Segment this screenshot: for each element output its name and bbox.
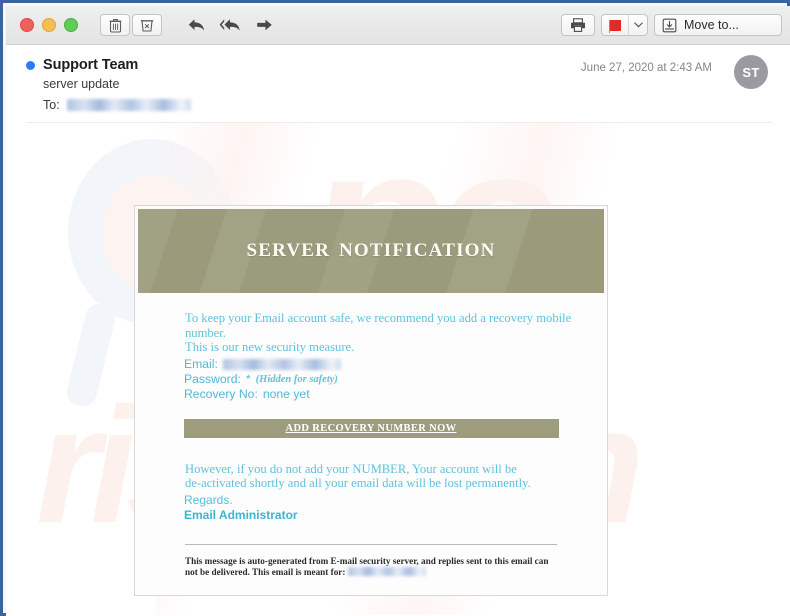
print-button[interactable] (561, 14, 595, 36)
add-recovery-number-button[interactable]: ADD RECOVERY NUMBER NOW (183, 418, 559, 438)
password-value: * (245, 371, 251, 386)
junk-button[interactable] (132, 14, 162, 36)
footer-recipient-redacted (347, 567, 426, 576)
recovery-value: none yet (262, 386, 310, 401)
delete-button[interactable] (100, 14, 130, 36)
recovery-number-row: Recovery No: none yet (184, 387, 607, 402)
watermark-magnifier-handle (63, 300, 119, 410)
reply-all-arrows-icon (219, 19, 240, 31)
message-subject: server update (43, 77, 120, 91)
phishing-footer-divider (185, 543, 557, 545)
move-to-folder-icon (662, 18, 677, 32)
window-toolbar: Move to... (6, 6, 790, 45)
recipient-row: To: (43, 98, 772, 112)
flag-dropdown-button[interactable] (628, 15, 647, 35)
email-label: Email: (184, 356, 218, 371)
trash-icon (109, 18, 121, 33)
sender-avatar[interactable]: ST (734, 55, 768, 89)
message-action-group (100, 14, 164, 36)
credentials-block: Email: Password: * (Hidden for safety) R… (184, 357, 607, 402)
recipient-address-redacted[interactable] (66, 99, 191, 111)
message-date: June 27, 2020 at 2:43 AM (580, 62, 712, 74)
forward-button[interactable] (250, 14, 278, 36)
maximize-window-button[interactable] (64, 18, 78, 32)
phishing-footer: This message is auto-generated from E-ma… (185, 556, 557, 579)
printer-icon (571, 18, 585, 32)
password-hidden-note: (Hidden for safety) (255, 373, 338, 385)
screenshot-frame: Move to... Support Team server update To… (0, 0, 790, 616)
flag-control[interactable] (601, 14, 648, 36)
to-label: To: (43, 98, 60, 112)
reply-all-button[interactable] (216, 14, 244, 36)
phishing-body: To keep your Email account safe, we reco… (135, 293, 607, 595)
reply-button[interactable] (182, 14, 210, 36)
phishing-warning-line-1: However, if you do not add your NUMBER, … (185, 461, 517, 476)
recovery-label: Recovery No: (184, 386, 258, 401)
phishing-signature: Email Administrator (184, 507, 298, 522)
phishing-banner-title: SERVER NOTIFICATION (246, 240, 496, 261)
forward-arrow-icon (256, 19, 272, 31)
sender-name: Support Team (43, 57, 139, 73)
footer-line-2: is meant for: (295, 567, 346, 577)
move-to-label: Move to... (684, 18, 739, 32)
chevron-down-icon (633, 22, 643, 28)
reply-action-group (182, 14, 284, 36)
email-credential-row: Email: (184, 357, 607, 372)
flag-button[interactable] (602, 15, 628, 35)
unread-indicator-dot[interactable] (26, 60, 35, 70)
phishing-intro-line-1: To keep your Email account safe, we reco… (185, 311, 572, 340)
traffic-light-group (20, 18, 78, 32)
move-to-button[interactable]: Move to... (654, 14, 782, 36)
password-credential-row: Password: * (Hidden for safety) (184, 372, 607, 387)
reply-arrow-icon (188, 19, 204, 31)
message-header: Support Team server update To: June 27, … (6, 45, 790, 123)
phishing-banner: SERVER NOTIFICATION (138, 209, 604, 293)
message-body: pc risk.com SERVER NOTIFICATION To keep … (6, 123, 790, 615)
password-label: Password: (184, 371, 241, 386)
email-value-redacted (222, 358, 341, 370)
junk-bin-icon (140, 20, 154, 32)
phishing-warning-line-2: de-activated shortly and all your email … (185, 476, 531, 490)
minimize-window-button[interactable] (42, 18, 56, 32)
close-window-button[interactable] (20, 18, 34, 32)
phishing-regards: Regards. (184, 492, 233, 507)
mail-message-window: Move to... Support Team server update To… (6, 6, 790, 616)
phishing-intro-line-2: This is our new security measure. (185, 340, 355, 354)
phishing-email-card: SERVER NOTIFICATION To keep your Email a… (134, 205, 608, 596)
flag-icon (608, 19, 621, 33)
